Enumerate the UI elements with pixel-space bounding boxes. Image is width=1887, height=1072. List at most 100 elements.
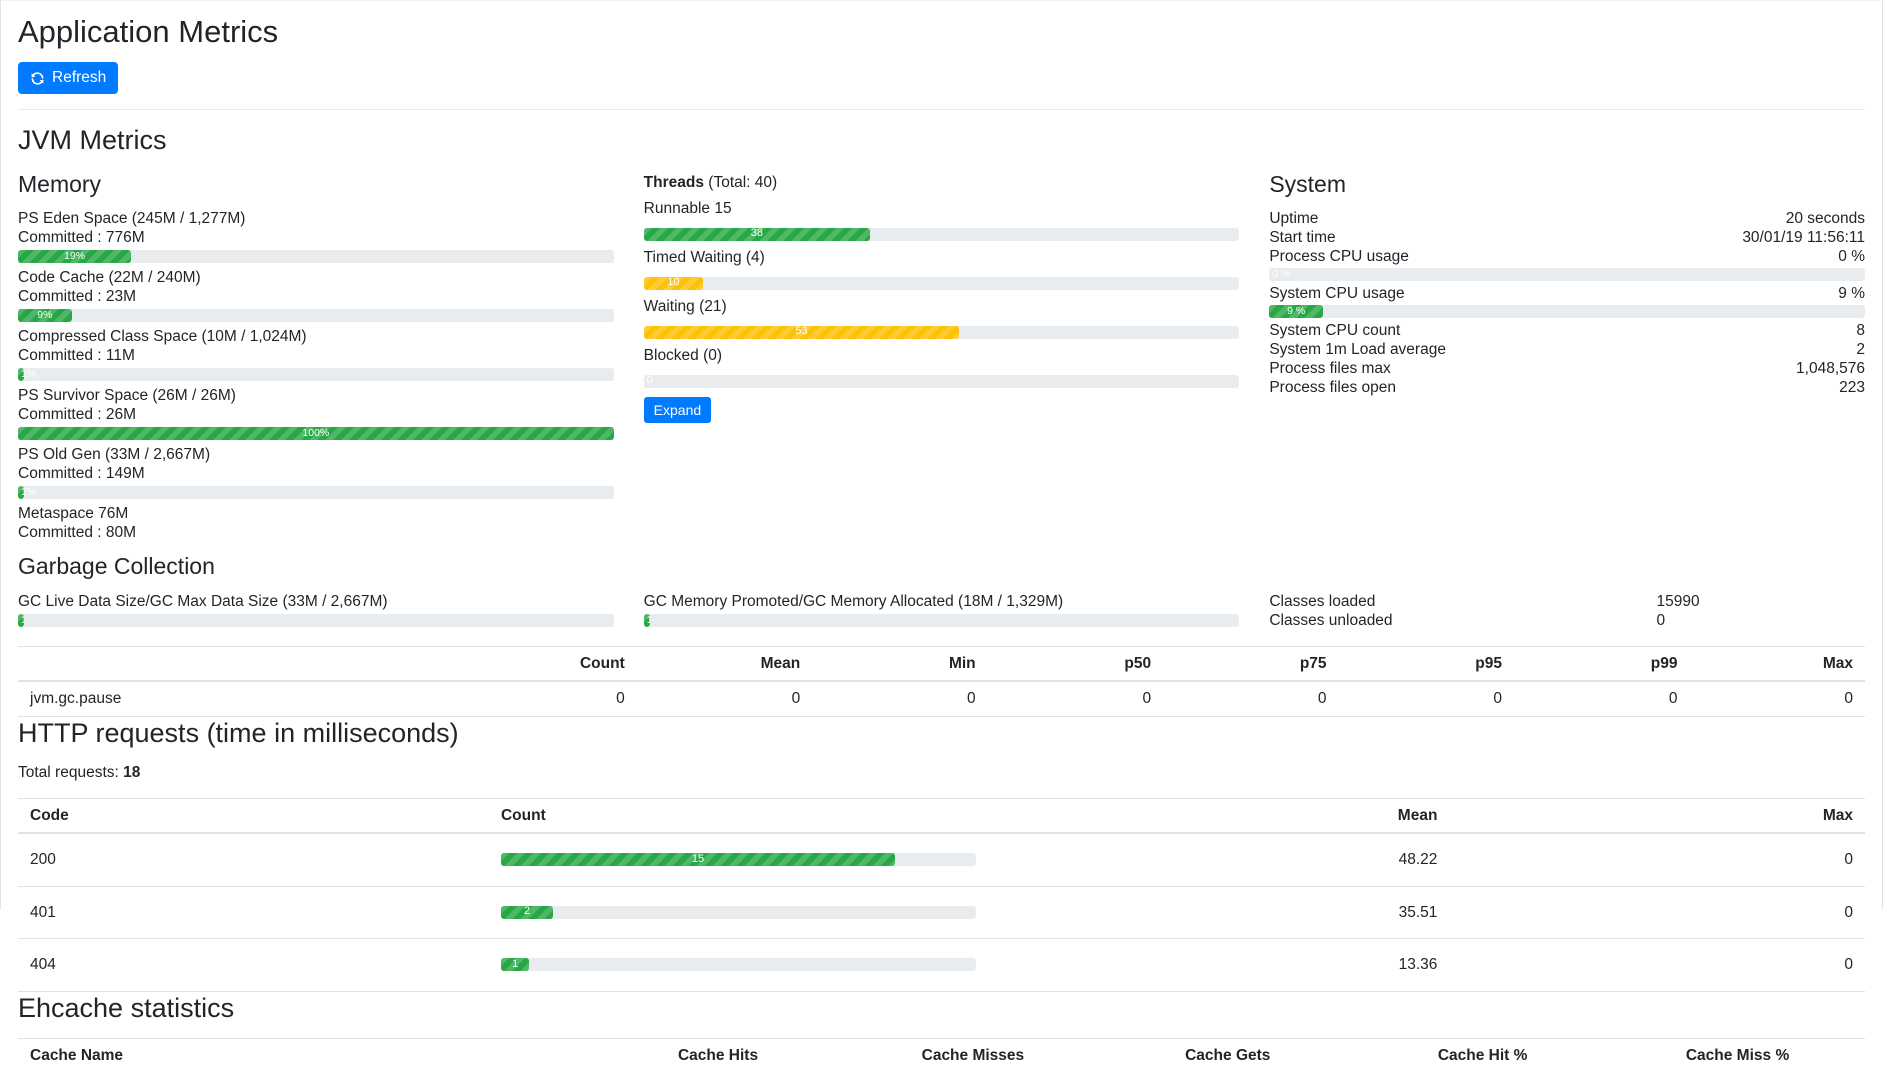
memory-progress-label: 1% [21,486,36,499]
memory-progress: 100% [18,427,614,440]
memory-item-committed: Committed : 776M [18,228,614,247]
thread-progress: 53 [644,326,1240,339]
page-title: Application Metrics [18,13,1865,50]
thread-progress-label: 38 [751,227,763,241]
gc-row-p95: 0 [1339,681,1514,716]
memory-progress-label: 1% [21,368,36,381]
memory-item-label: Code Cache (22M / 240M) [18,268,614,287]
top-divider [18,109,1865,110]
thread-label: Timed Waiting (4) [644,248,1240,267]
gc-progress: 1% [644,614,1240,627]
system-row-uptime: Uptime 20 seconds [1269,209,1865,228]
http-requests-table: Code Count Mean Max 200 15 48.22 0 [18,798,1865,992]
system-row-value: 0 % [1838,247,1865,266]
classes-loaded-row: Classes loaded 15990 [1269,592,1865,611]
gc-col-mean: Mean [637,646,812,681]
gc-progress-label: 1% [21,614,24,627]
gc-col-max: Max [1689,646,1865,681]
ehcache-title: Ehcache statistics [18,992,1865,1024]
memory-item-ps-survivor: PS Survivor Space (26M / 26M) Committed … [18,386,614,440]
process-cpu-progress-label: 0 % [1272,268,1290,281]
http-progress-label: 1 [512,958,518,972]
memory-item-metaspace: Metaspace 76M Committed : 80M [18,504,614,542]
gc-live-data: GC Live Data Size/GC Max Data Size (33M … [18,592,614,632]
cache-col-hit-pct: Cache Hit % [1355,1038,1610,1072]
gc-row-mean: 0 [637,681,812,716]
threads-column: Threads (Total: 40) Runnable 15 38 Timed… [644,171,1240,546]
gc-row-p50: 0 [988,681,1163,716]
http-row-max: 0 [1449,939,1865,991]
http-col-mean: Mean [988,799,1450,834]
jvm-metrics-title: JVM Metrics [18,124,1865,156]
expand-button[interactable]: Expand [644,397,711,423]
http-col-count: Count [489,799,988,834]
gc-title: Garbage Collection [18,553,1865,581]
ehcache-table: Cache Name Cache Hits Cache Misses Cache… [18,1038,1865,1072]
thread-progress: 10 [644,277,1240,290]
gc-col-p75: p75 [1163,646,1338,681]
memory-item-committed: Committed : 26M [18,405,614,424]
gc-memory-promoted: GC Memory Promoted/GC Memory Allocated (… [644,592,1240,632]
http-progress: 1 [501,958,976,971]
memory-item-committed: Committed : 80M [18,523,614,542]
http-progress-label: 2 [524,905,530,919]
memory-progress-label: 100% [302,427,329,440]
gc-row-p99: 0 [1514,681,1689,716]
http-col-code: Code [18,799,489,834]
system-row-process-cpu: Process CPU usage 0 % [1269,247,1865,266]
gc-row-max: 0 [1689,681,1865,716]
gc-progress-label: 1% [647,614,650,627]
http-progress: 2 [501,906,976,919]
http-row-code: 404 [18,939,489,991]
classes-loaded-value: 15990 [1657,592,1865,611]
thread-progress-label: 10 [667,276,679,290]
process-cpu-progress: 0 % [1269,268,1865,281]
refresh-button[interactable]: Refresh [18,62,118,94]
http-progress: 15 [501,853,976,866]
memory-item-label: PS Eden Space (245M / 1,277M) [18,209,614,228]
memory-progress: 1% [18,486,614,499]
gc-row-name: jvm.gc.pause [18,681,461,716]
thread-progress: 0 [644,375,1240,388]
system-cpu-progress: 9 % [1269,305,1865,318]
table-row: jvm.gc.pause 0 0 0 0 0 0 0 0 [18,681,1865,716]
gc-metrics-table: Count Mean Min p50 p75 p95 p99 Max jvm.g… [18,646,1865,717]
http-row-mean: 13.36 [988,939,1450,991]
threads-total: (Total: 40) [708,174,777,191]
system-row-label: Start time [1269,228,1335,247]
gc-row-min: 0 [812,681,987,716]
http-row-max: 0 [1449,833,1865,886]
http-row-count-bar: 15 [489,833,988,886]
cache-col-name: Cache Name [18,1038,591,1072]
memory-item-compressed-class: Compressed Class Space (10M / 1,024M) Co… [18,327,614,381]
http-row-count-bar: 2 [489,886,988,938]
system-row-label: Process files open [1269,378,1396,397]
system-row-label: Process files max [1269,359,1390,378]
system-row-value: 30/01/19 11:56:11 [1742,228,1865,247]
system-row-cpu-count: System CPU count 8 [1269,321,1865,340]
classes-unloaded-value: 0 [1657,611,1865,630]
classes-unloaded-label: Classes unloaded [1269,611,1656,630]
memory-item-ps-old-gen: PS Old Gen (33M / 2,667M) Committed : 14… [18,445,614,499]
system-row-value: 20 seconds [1786,209,1865,228]
http-requests-title: HTTP requests (time in milliseconds) [18,717,1865,749]
system-row-label: Process CPU usage [1269,247,1409,266]
system-row-system-cpu: System CPU usage 9 % [1269,284,1865,303]
system-row-start-time: Start time 30/01/19 11:56:11 [1269,228,1865,247]
memory-item-code-cache: Code Cache (22M / 240M) Committed : 23M … [18,268,614,322]
thread-progress-label: 0 [647,374,653,388]
system-title: System [1269,171,1865,199]
http-table-header-row: Code Count Mean Max [18,799,1865,834]
memory-progress-label: 19% [64,250,85,263]
classes-loaded-label: Classes loaded [1269,592,1656,611]
gc-col-min: Min [812,646,987,681]
memory-item-label: Metaspace 76M [18,504,614,523]
memory-item-label: PS Survivor Space (26M / 26M) [18,386,614,405]
http-row-code: 401 [18,886,489,938]
thread-item-blocked: Blocked (0) 0 [644,346,1240,388]
thread-item-waiting: Waiting (21) 53 [644,297,1240,339]
total-requests: Total requests: 18 [18,763,1865,782]
refresh-icon [30,71,45,86]
system-row-files-open: Process files open 223 [1269,378,1865,397]
gc-col-p50: p50 [988,646,1163,681]
